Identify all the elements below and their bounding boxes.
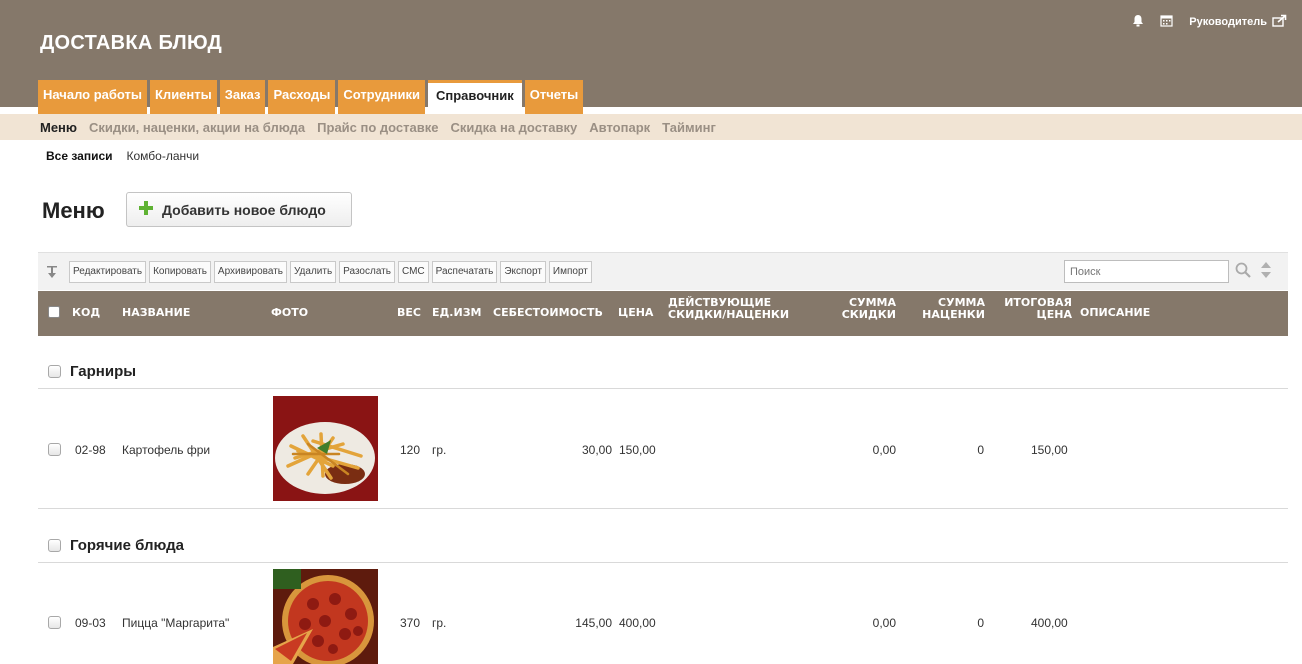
select-all-checkbox[interactable] — [48, 306, 60, 318]
col-markup-sum-line2: НАЦЕНКИ — [922, 308, 985, 321]
header-actions: Руководитель — [1132, 14, 1288, 30]
row-name: Пицца "Маргарита" — [122, 616, 230, 630]
row-code: 09-03 — [75, 616, 106, 630]
col-unit[interactable]: ЕД.ИЗМ — [432, 307, 481, 319]
group-header: Гарниры — [48, 363, 136, 380]
group-name: Гарниры — [70, 363, 137, 380]
sms-button[interactable]: СМС — [397, 261, 429, 283]
page-title: Меню — [42, 198, 105, 223]
tab-employees[interactable]: Сотрудники — [338, 80, 425, 114]
user-menu[interactable]: Руководитель — [1189, 14, 1288, 30]
print-button[interactable]: Распечатать — [431, 261, 498, 283]
row-code: 02-98 — [75, 443, 106, 457]
row-discount-sum: 0,00 — [872, 443, 896, 457]
row-name: Картофель фри — [122, 443, 211, 457]
tab-reports[interactable]: Отчеты — [524, 80, 584, 114]
group-checkbox[interactable] — [48, 539, 61, 552]
col-weight[interactable]: ВЕС — [397, 307, 421, 319]
export-button[interactable]: Экспорт — [500, 261, 546, 283]
tab-expenses[interactable]: Расходы — [268, 80, 336, 114]
main-tabs: Начало работы Клиенты Заказ Расходы Сотр… — [38, 80, 586, 114]
col-discounts[interactable]: ДЕЙСТВУЮЩИЕ СКИДКИ/НАЦЕНКИ — [668, 297, 789, 321]
row-markup-sum: 0 — [977, 616, 984, 630]
col-photo[interactable]: ФОТО — [271, 307, 308, 319]
col-cost[interactable]: СЕБЕСТОИМОСТЬ — [493, 307, 603, 319]
edit-button[interactable]: Редактировать — [69, 261, 147, 283]
col-price[interactable]: ЦЕНА — [618, 307, 653, 319]
group-name: Горячие блюда — [70, 537, 184, 554]
col-name[interactable]: НАЗВАНИЕ — [122, 307, 190, 319]
archive-button[interactable]: Архивировать — [213, 261, 287, 283]
col-final-price[interactable]: ИТОГОВАЯ ЦЕНА — [998, 297, 1072, 321]
dish-photo — [273, 396, 378, 501]
row-weight: 370 — [400, 616, 421, 630]
sub-navigation: Меню Скидки, наценки, акции на блюда Пра… — [0, 114, 1302, 140]
col-discount-sum-line2: СКИДКИ — [841, 308, 896, 321]
calendar-icon[interactable] — [1160, 14, 1173, 30]
table-header: КОД НАЗВАНИЕ ФОТО ВЕС ЕД.ИЗМ СЕБЕСТОИМОС… — [38, 291, 1288, 336]
col-discounts-line2: СКИДКИ/НАЦЕНКИ — [668, 308, 790, 321]
divider — [38, 562, 1288, 563]
row-price: 150,00 — [619, 443, 656, 457]
subnav-discounts[interactable]: Скидки, наценки, акции на блюда — [89, 120, 305, 135]
delete-button[interactable]: Удалить — [289, 261, 337, 283]
subnav-menu[interactable]: Меню — [40, 120, 77, 135]
row-checkbox[interactable] — [48, 616, 61, 629]
record-filters: Все записи Комбо-ланчи — [46, 149, 199, 163]
row-price: 400,00 — [619, 616, 656, 630]
row-unit: гр. — [432, 443, 447, 457]
app-title: ДОСТАВКА БЛЮД — [40, 32, 222, 54]
row-weight: 120 — [400, 443, 421, 457]
dish-photo — [273, 569, 378, 664]
tab-order[interactable]: Заказ — [219, 80, 266, 114]
add-dish-button[interactable]: Добавить новое блюдо — [126, 192, 352, 227]
user-name: Руководитель — [1189, 16, 1267, 28]
search-icon[interactable] — [1234, 261, 1252, 282]
group-checkbox[interactable] — [48, 365, 61, 378]
copy-button[interactable]: Копировать — [149, 261, 211, 283]
row-checkbox[interactable] — [48, 443, 61, 456]
col-markup-sum[interactable]: СУММА НАЦЕНКИ — [920, 297, 985, 321]
col-code[interactable]: КОД — [72, 307, 100, 319]
sort-down-icon[interactable] — [46, 265, 58, 282]
divider — [38, 388, 1288, 389]
subnav-timing[interactable]: Тайминг — [662, 120, 716, 135]
tab-start[interactable]: Начало работы — [38, 80, 147, 114]
divider — [38, 508, 1288, 509]
subnav-fleet[interactable]: Автопарк — [589, 120, 650, 135]
subnav-delivery-price[interactable]: Прайс по доставке — [317, 120, 438, 135]
row-cost: 145,00 — [575, 616, 612, 630]
plus-icon — [139, 201, 153, 218]
subnav-delivery-discount[interactable]: Скидка на доставку — [451, 120, 578, 135]
group-header: Горячие блюда — [48, 537, 184, 554]
send-button[interactable]: Разослать — [339, 261, 395, 283]
sort-icon[interactable] — [1260, 261, 1272, 282]
filter-all-records[interactable]: Все записи — [46, 149, 113, 163]
row-unit: гр. — [432, 616, 447, 630]
row-discount-sum: 0,00 — [872, 616, 896, 630]
tab-clients[interactable]: Клиенты — [150, 80, 217, 114]
row-final-price: 400,00 — [1031, 616, 1068, 630]
row-cost: 30,00 — [581, 443, 612, 457]
col-discount-sum[interactable]: СУММА СКИДКИ — [840, 297, 896, 321]
tab-directory[interactable]: Справочник — [427, 80, 522, 114]
col-description[interactable]: ОПИСАНИЕ — [1080, 307, 1150, 319]
filter-combo-lunches[interactable]: Комбо-ланчи — [127, 149, 200, 163]
table-toolbar: Редактировать Копировать Архивировать Уд… — [38, 252, 1288, 290]
bell-icon[interactable] — [1132, 14, 1144, 30]
row-final-price: 150,00 — [1031, 443, 1068, 457]
import-button[interactable]: Импорт — [548, 261, 592, 283]
row-markup-sum: 0 — [977, 443, 984, 457]
logout-icon[interactable] — [1272, 14, 1288, 30]
add-dish-label: Добавить новое блюдо — [162, 201, 326, 218]
search-input[interactable] — [1064, 260, 1229, 283]
col-final-price-line2: ЦЕНА — [1036, 308, 1072, 321]
